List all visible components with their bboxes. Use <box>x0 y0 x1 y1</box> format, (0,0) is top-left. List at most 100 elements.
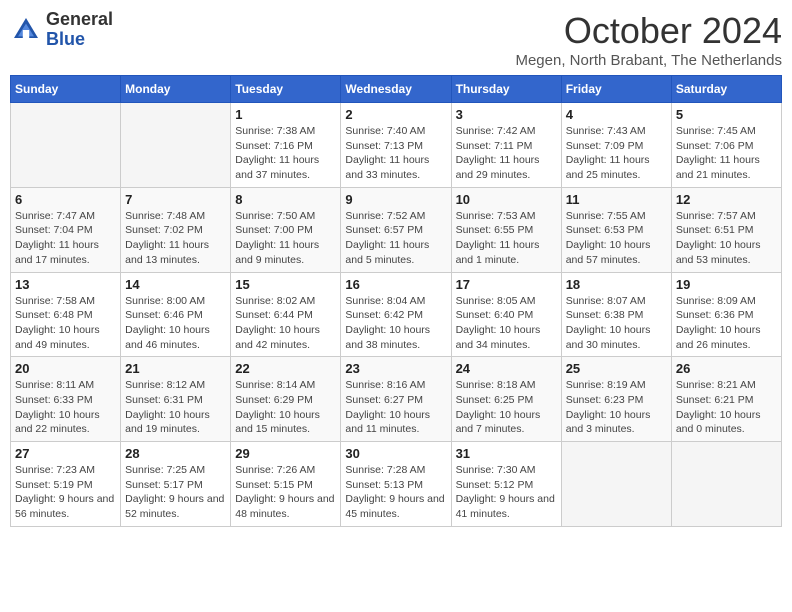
day-detail: Sunrise: 7:26 AM Sunset: 5:15 PM Dayligh… <box>235 463 336 522</box>
day-detail: Sunrise: 8:16 AM Sunset: 6:27 PM Dayligh… <box>345 378 446 437</box>
calendar-cell <box>561 442 671 527</box>
day-detail: Sunrise: 8:14 AM Sunset: 6:29 PM Dayligh… <box>235 378 336 437</box>
calendar-cell: 29 Sunrise: 7:26 AM Sunset: 5:15 PM Dayli… <box>231 442 341 527</box>
day-detail: Sunrise: 7:57 AM Sunset: 6:51 PM Dayligh… <box>676 209 777 268</box>
calendar-cell: 8 Sunrise: 7:50 AM Sunset: 7:00 PM Daylig… <box>231 187 341 272</box>
calendar-cell: 1 Sunrise: 7:38 AM Sunset: 7:16 PM Daylig… <box>231 103 341 188</box>
day-detail: Sunrise: 7:23 AM Sunset: 5:19 PM Dayligh… <box>15 463 116 522</box>
logo-icon <box>10 14 42 46</box>
day-detail: Sunrise: 7:25 AM Sunset: 5:17 PM Dayligh… <box>125 463 226 522</box>
calendar-cell: 28 Sunrise: 7:25 AM Sunset: 5:17 PM Dayli… <box>121 442 231 527</box>
calendar-cell <box>11 103 121 188</box>
day-detail: Sunrise: 7:38 AM Sunset: 7:16 PM Dayligh… <box>235 124 336 183</box>
calendar-table: SundayMondayTuesdayWednesdayThursdayFrid… <box>10 75 782 527</box>
day-number: 31 <box>456 446 557 461</box>
day-number: 8 <box>235 192 336 207</box>
column-header-sunday: Sunday <box>11 76 121 103</box>
calendar-week-row: 6 Sunrise: 7:47 AM Sunset: 7:04 PM Daylig… <box>11 187 782 272</box>
day-detail: Sunrise: 8:19 AM Sunset: 6:23 PM Dayligh… <box>566 378 667 437</box>
column-header-wednesday: Wednesday <box>341 76 451 103</box>
calendar-week-row: 20 Sunrise: 8:11 AM Sunset: 6:33 PM Dayli… <box>11 357 782 442</box>
day-detail: Sunrise: 7:55 AM Sunset: 6:53 PM Dayligh… <box>566 209 667 268</box>
calendar-cell: 13 Sunrise: 7:58 AM Sunset: 6:48 PM Dayli… <box>11 272 121 357</box>
day-detail: Sunrise: 7:30 AM Sunset: 5:12 PM Dayligh… <box>456 463 557 522</box>
day-detail: Sunrise: 7:58 AM Sunset: 6:48 PM Dayligh… <box>15 294 116 353</box>
calendar-cell: 12 Sunrise: 7:57 AM Sunset: 6:51 PM Dayli… <box>671 187 781 272</box>
day-number: 29 <box>235 446 336 461</box>
day-detail: Sunrise: 7:50 AM Sunset: 7:00 PM Dayligh… <box>235 209 336 268</box>
day-detail: Sunrise: 7:53 AM Sunset: 6:55 PM Dayligh… <box>456 209 557 268</box>
day-detail: Sunrise: 8:18 AM Sunset: 6:25 PM Dayligh… <box>456 378 557 437</box>
day-number: 19 <box>676 277 777 292</box>
calendar-cell: 9Sunrise: 7:52 AM Sunset: 6:57 PM Daylig… <box>341 187 451 272</box>
calendar-cell: 25 Sunrise: 8:19 AM Sunset: 6:23 PM Dayli… <box>561 357 671 442</box>
day-number: 22 <box>235 361 336 376</box>
day-number: 13 <box>15 277 116 292</box>
day-detail: Sunrise: 8:21 AM Sunset: 6:21 PM Dayligh… <box>676 378 777 437</box>
day-number: 10 <box>456 192 557 207</box>
day-number: 2 <box>345 107 446 122</box>
month-title: October 2024 <box>515 10 782 52</box>
calendar-cell: 2 Sunrise: 7:40 AM Sunset: 7:13 PM Daylig… <box>341 103 451 188</box>
calendar-week-row: 13 Sunrise: 7:58 AM Sunset: 6:48 PM Dayli… <box>11 272 782 357</box>
day-number: 12 <box>676 192 777 207</box>
title-area: October 2024 Megen, North Brabant, The N… <box>515 10 782 69</box>
day-detail: Sunrise: 8:05 AM Sunset: 6:40 PM Dayligh… <box>456 294 557 353</box>
calendar-cell: 5 Sunrise: 7:45 AM Sunset: 7:06 PM Daylig… <box>671 103 781 188</box>
day-number: 26 <box>676 361 777 376</box>
day-number: 30 <box>345 446 446 461</box>
calendar-cell: 18 Sunrise: 8:07 AM Sunset: 6:38 PM Dayli… <box>561 272 671 357</box>
calendar-cell: 22 Sunrise: 8:14 AM Sunset: 6:29 PM Dayli… <box>231 357 341 442</box>
day-detail: Sunrise: 7:52 AM Sunset: 6:57 PM Dayligh… <box>345 209 446 268</box>
calendar-cell: 4Sunrise: 7:43 AM Sunset: 7:09 PM Daylig… <box>561 103 671 188</box>
day-number: 21 <box>125 361 226 376</box>
day-number: 16 <box>345 277 446 292</box>
calendar-week-row: 27 Sunrise: 7:23 AM Sunset: 5:19 PM Dayli… <box>11 442 782 527</box>
day-detail: Sunrise: 8:02 AM Sunset: 6:44 PM Dayligh… <box>235 294 336 353</box>
calendar-cell: 7Sunrise: 7:48 AM Sunset: 7:02 PM Daylig… <box>121 187 231 272</box>
day-detail: Sunrise: 7:47 AM Sunset: 7:04 PM Dayligh… <box>15 209 116 268</box>
calendar-cell: 11Sunrise: 7:55 AM Sunset: 6:53 PM Dayli… <box>561 187 671 272</box>
calendar-header-row: SundayMondayTuesdayWednesdayThursdayFrid… <box>11 76 782 103</box>
day-detail: Sunrise: 8:09 AM Sunset: 6:36 PM Dayligh… <box>676 294 777 353</box>
day-detail: Sunrise: 8:11 AM Sunset: 6:33 PM Dayligh… <box>15 378 116 437</box>
calendar-cell <box>121 103 231 188</box>
calendar-cell: 27 Sunrise: 7:23 AM Sunset: 5:19 PM Dayli… <box>11 442 121 527</box>
day-number: 14 <box>125 277 226 292</box>
logo: General Blue <box>10 10 113 50</box>
day-number: 23 <box>345 361 446 376</box>
day-number: 3 <box>456 107 557 122</box>
calendar-cell: 10 Sunrise: 7:53 AM Sunset: 6:55 PM Dayli… <box>451 187 561 272</box>
calendar-cell: 16 Sunrise: 8:04 AM Sunset: 6:42 PM Dayli… <box>341 272 451 357</box>
day-number: 1 <box>235 107 336 122</box>
column-header-tuesday: Tuesday <box>231 76 341 103</box>
column-header-saturday: Saturday <box>671 76 781 103</box>
calendar-cell: 19 Sunrise: 8:09 AM Sunset: 6:36 PM Dayli… <box>671 272 781 357</box>
day-number: 5 <box>676 107 777 122</box>
calendar-cell: 3Sunrise: 7:42 AM Sunset: 7:11 PM Daylig… <box>451 103 561 188</box>
day-detail: Sunrise: 7:40 AM Sunset: 7:13 PM Dayligh… <box>345 124 446 183</box>
day-number: 17 <box>456 277 557 292</box>
day-number: 24 <box>456 361 557 376</box>
day-detail: Sunrise: 7:45 AM Sunset: 7:06 PM Dayligh… <box>676 124 777 183</box>
page-header: General Blue October 2024 Megen, North B… <box>10 10 782 69</box>
day-detail: Sunrise: 8:04 AM Sunset: 6:42 PM Dayligh… <box>345 294 446 353</box>
day-number: 27 <box>15 446 116 461</box>
day-number: 20 <box>15 361 116 376</box>
day-detail: Sunrise: 8:12 AM Sunset: 6:31 PM Dayligh… <box>125 378 226 437</box>
calendar-cell: 24 Sunrise: 8:18 AM Sunset: 6:25 PM Dayli… <box>451 357 561 442</box>
day-detail: Sunrise: 8:00 AM Sunset: 6:46 PM Dayligh… <box>125 294 226 353</box>
day-number: 18 <box>566 277 667 292</box>
day-detail: Sunrise: 7:28 AM Sunset: 5:13 PM Dayligh… <box>345 463 446 522</box>
calendar-cell: 21 Sunrise: 8:12 AM Sunset: 6:31 PM Dayli… <box>121 357 231 442</box>
day-number: 7 <box>125 192 226 207</box>
day-number: 6 <box>15 192 116 207</box>
day-number: 28 <box>125 446 226 461</box>
column-header-friday: Friday <box>561 76 671 103</box>
day-detail: Sunrise: 8:07 AM Sunset: 6:38 PM Dayligh… <box>566 294 667 353</box>
calendar-cell: 31 Sunrise: 7:30 AM Sunset: 5:12 PM Dayli… <box>451 442 561 527</box>
calendar-cell: 6 Sunrise: 7:47 AM Sunset: 7:04 PM Daylig… <box>11 187 121 272</box>
calendar-week-row: 1 Sunrise: 7:38 AM Sunset: 7:16 PM Daylig… <box>11 103 782 188</box>
column-header-monday: Monday <box>121 76 231 103</box>
day-number: 25 <box>566 361 667 376</box>
